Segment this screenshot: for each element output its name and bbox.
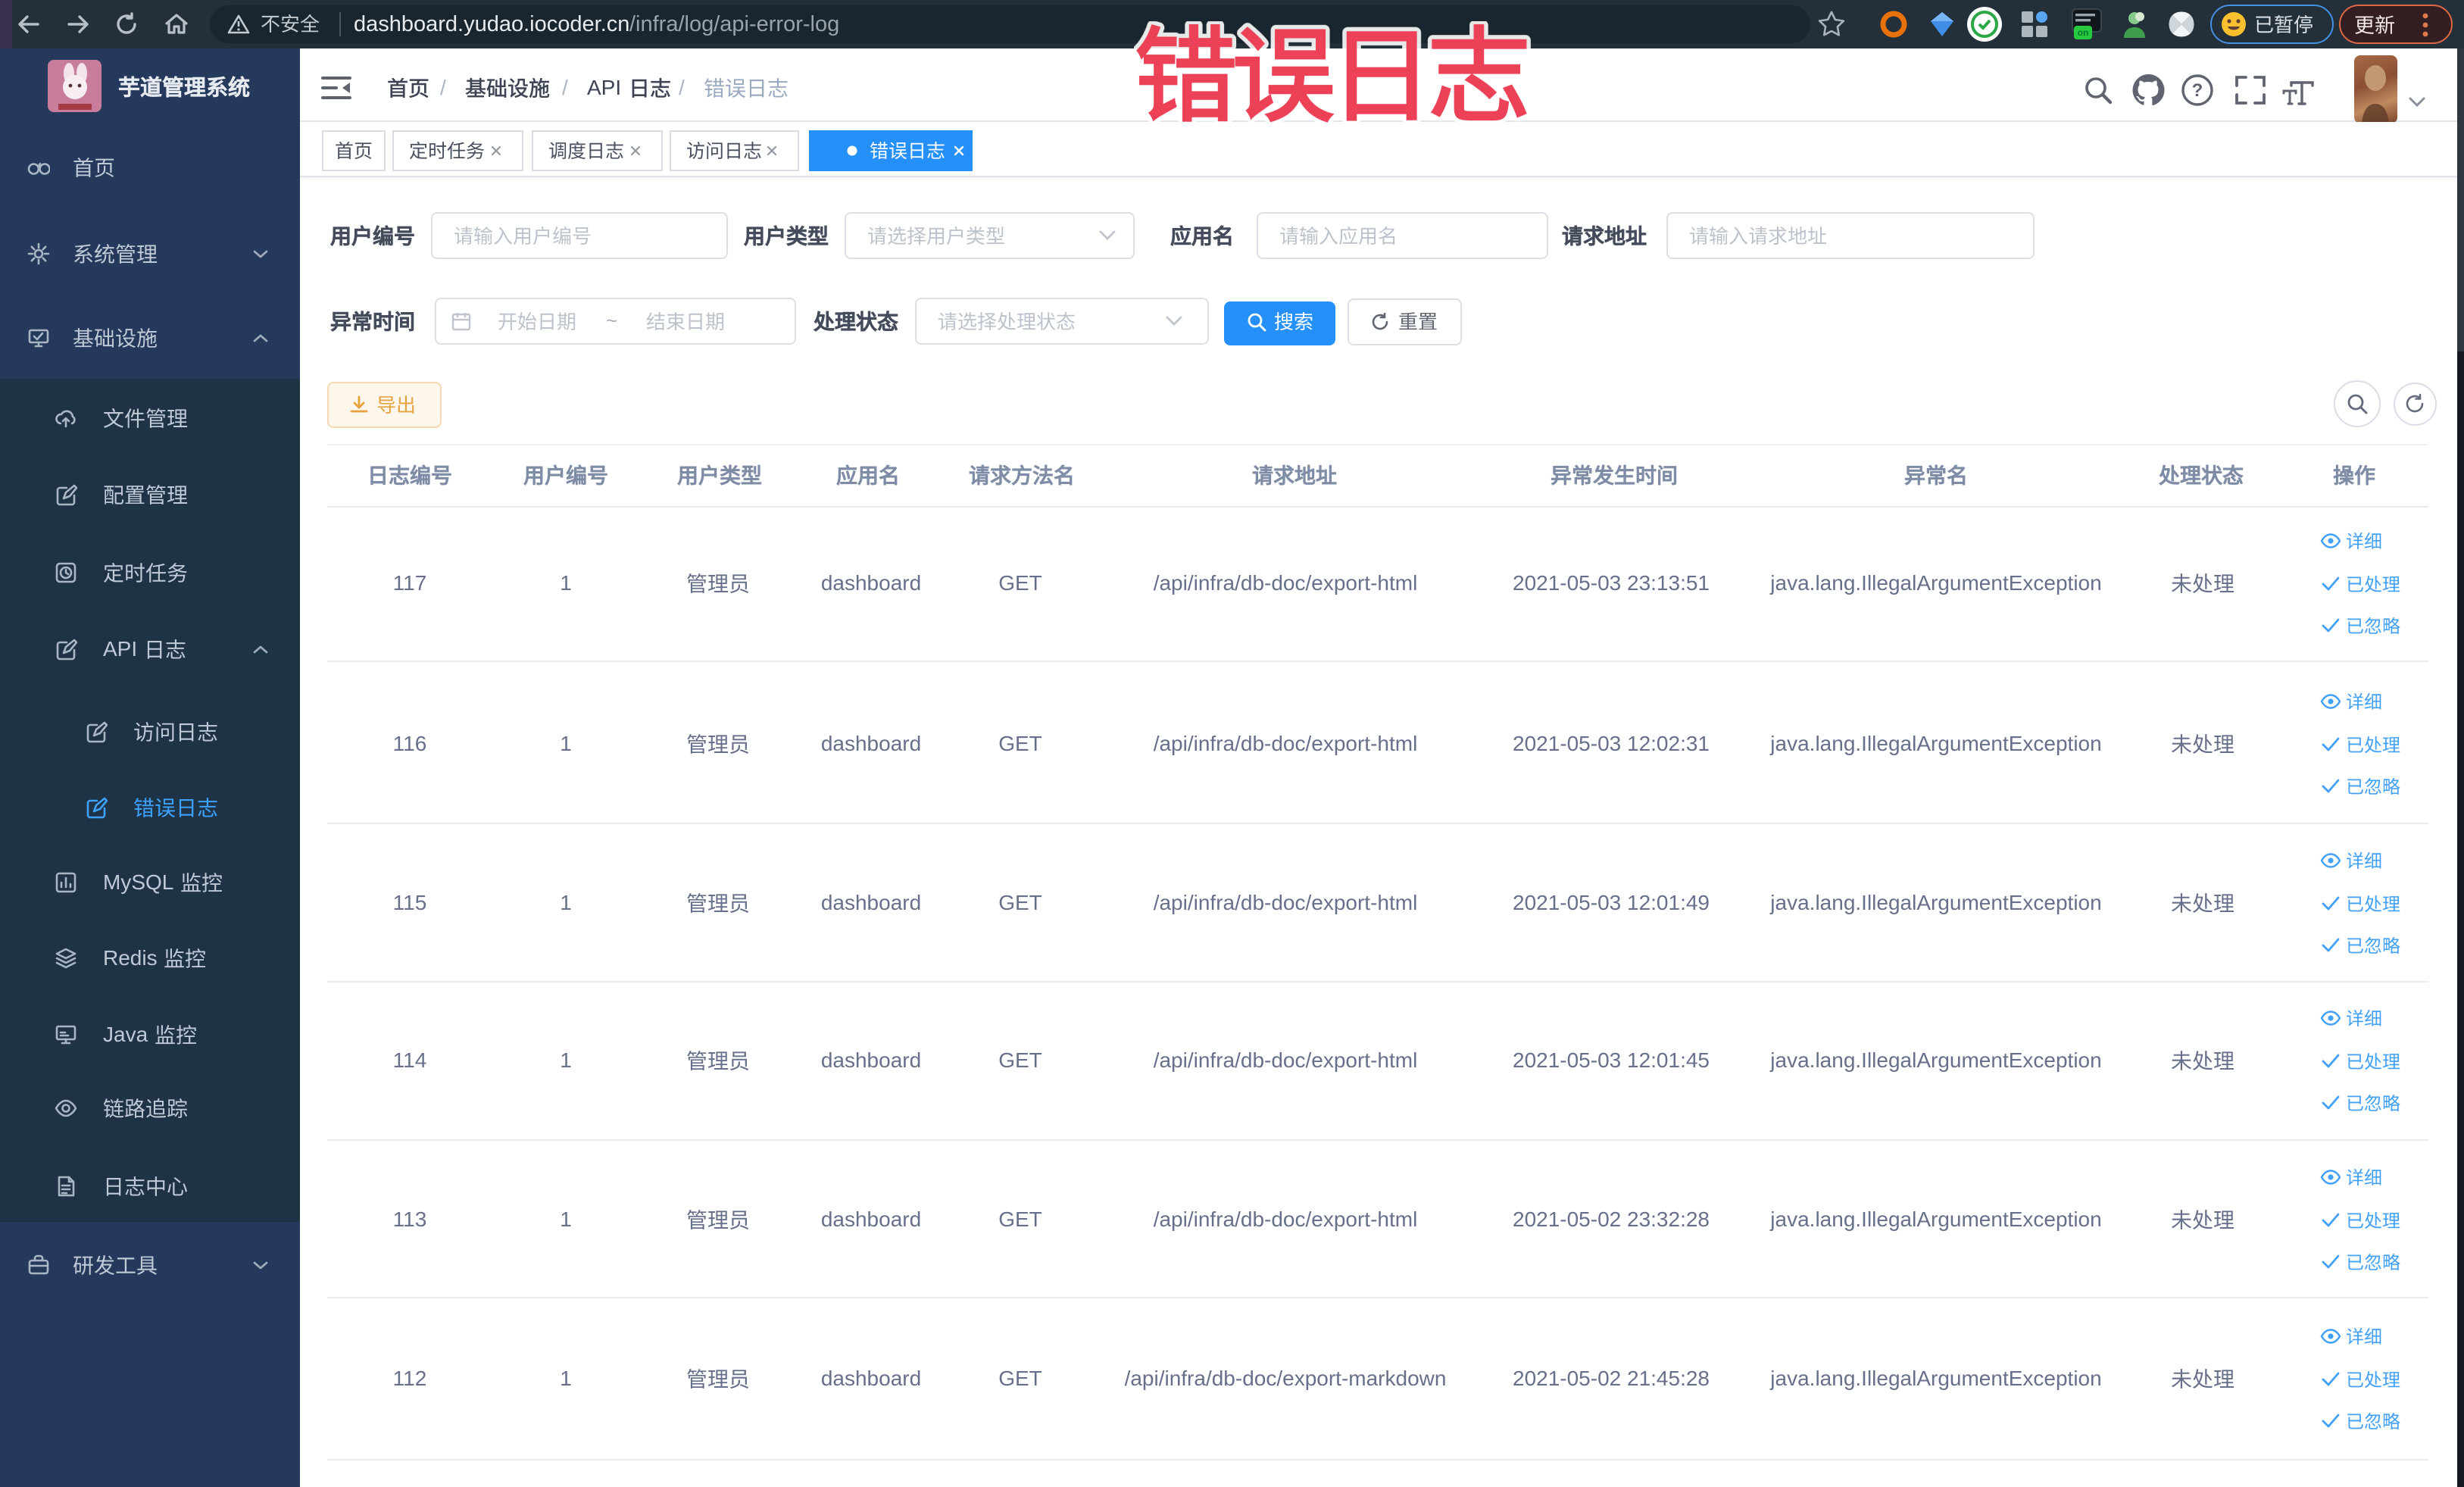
svg-text:on: on: [2078, 27, 2089, 38]
svg-text:?: ?: [2192, 80, 2203, 101]
